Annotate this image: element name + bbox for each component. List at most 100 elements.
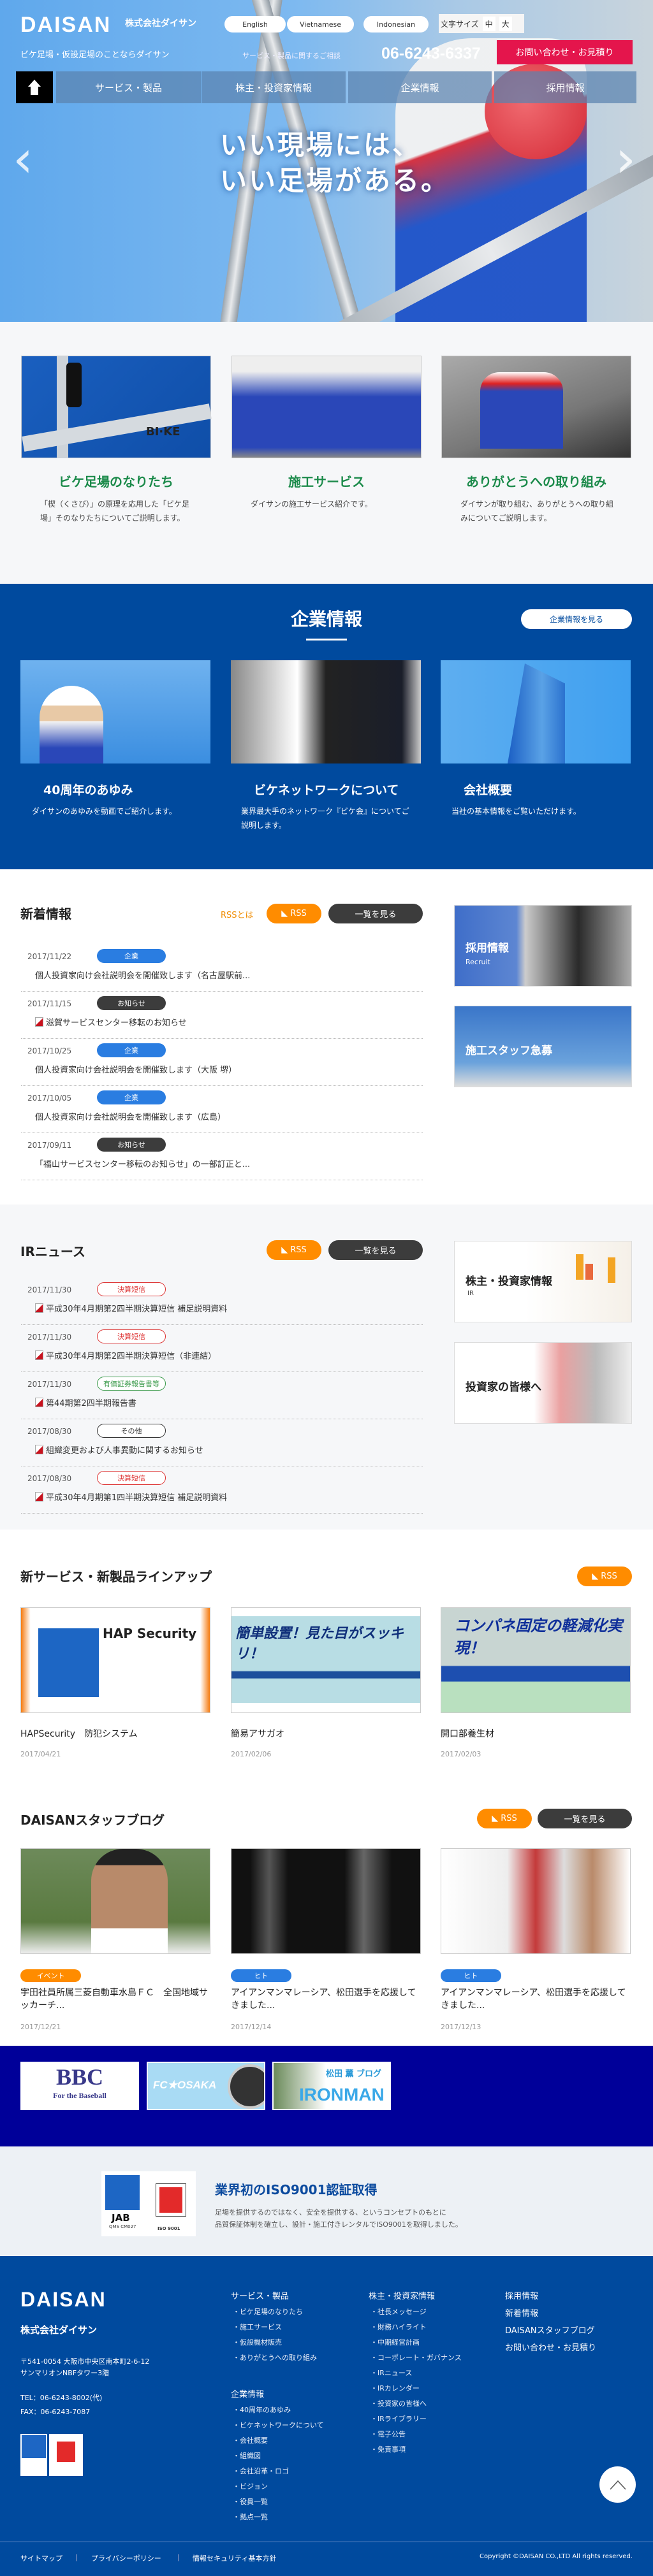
footer-link[interactable]: DAISANスタッフブログ xyxy=(505,2324,595,2336)
ironman-banner[interactable]: 松田 薫 ブログ IRONMAN xyxy=(272,2062,391,2110)
footer-link[interactable]: ・IRカレンダー xyxy=(371,2383,420,2393)
corporate-image-company[interactable] xyxy=(441,660,631,763)
news-item[interactable]: 2017/11/22 企業 個人投資家向け会社説明会を開催致します（名古屋駅前... xyxy=(21,944,423,992)
products-rss-button[interactable]: ◣ RSS xyxy=(577,1567,632,1586)
news-title[interactable]: 平成30年4月期第2四半期決算短信 補足説明資料 xyxy=(35,1302,227,1314)
lang-vietnamese-button[interactable]: Vietnamese xyxy=(287,16,354,33)
footer-link[interactable]: ・コーポレート・ガバナンス xyxy=(371,2352,462,2363)
staff-recruit-banner[interactable]: 施工スタッフ急募 xyxy=(454,1006,632,1087)
nav-recruit[interactable]: 採用情報 xyxy=(494,71,636,103)
news-item[interactable]: 2017/11/30 決算短信 平成30年4月期第2四半期決算短信 補足説明資料 xyxy=(21,1278,423,1325)
news-title[interactable]: 滋賀サービスセンター移転のお知らせ xyxy=(35,1016,187,1028)
footer-col-title[interactable]: 株主・投資家情報 xyxy=(369,2289,435,2301)
product-image[interactable]: 簡単設置！見た目がスッキリ！ xyxy=(231,1607,421,1713)
blog-tag[interactable]: ヒト xyxy=(441,1969,501,1982)
rss-about-link[interactable]: RSSとは xyxy=(221,908,254,920)
footer-link[interactable]: ・IRニュース xyxy=(371,2368,412,2378)
ir-rss-button[interactable]: ◣ RSS xyxy=(267,1240,321,1260)
product-image[interactable]: HAP Security xyxy=(20,1607,210,1713)
security-policy-link[interactable]: 情報セキュリティ基本方針 xyxy=(193,2553,276,2563)
footer-link[interactable]: ・ありがとうへの取り組み xyxy=(233,2352,317,2363)
footer-link[interactable]: ・社長メッセージ xyxy=(371,2306,427,2317)
footer-link[interactable]: ・財務ハイライト xyxy=(371,2322,427,2332)
feature-title[interactable]: 施工サービス xyxy=(231,472,422,490)
product-title[interactable]: 簡易アサガオ xyxy=(231,1727,284,1740)
ir-list-button[interactable]: 一覧を見る xyxy=(328,1240,423,1260)
news-item[interactable]: 2017/09/11 お知らせ 「福山サービスセンター移転のお知らせ」の一部訂正と.… xyxy=(21,1133,423,1180)
phone-number[interactable]: 06-6243-6337 xyxy=(381,45,481,63)
feature-title[interactable]: ありがとうへの取り組み xyxy=(441,472,631,490)
footer-col-title[interactable]: 企業情報 xyxy=(231,2387,264,2399)
news-title[interactable]: 個人投資家向け会社説明会を開催致します（大阪 堺） xyxy=(35,1063,237,1075)
footer-link[interactable]: ・ビケ足場のなりたち xyxy=(233,2306,303,2317)
blog-list-button[interactable]: 一覧を見る xyxy=(538,1809,632,1828)
news-item[interactable]: 2017/11/15 お知らせ 滋賀サービスセンター移転のお知らせ xyxy=(21,992,423,1039)
footer-link[interactable]: 新着情報 xyxy=(505,2306,538,2319)
slider-prev-icon[interactable]: ‹ xyxy=(13,134,33,185)
footer-link[interactable]: ・会社概要 xyxy=(233,2435,268,2445)
fc-osaka-banner[interactable]: FC★OSAKA xyxy=(147,2062,265,2110)
corporate-card-title[interactable]: 会社概要 xyxy=(464,781,512,798)
news-title[interactable]: 平成30年4月期第1四半期決算短信 補足説明資料 xyxy=(35,1491,227,1503)
footer-link[interactable]: ・役員一覧 xyxy=(233,2496,268,2507)
ir-banner[interactable]: 株主・投資家情報 IR xyxy=(454,1241,632,1322)
home-button[interactable] xyxy=(16,71,53,103)
nav-ir[interactable]: 株主・投資家情報 xyxy=(202,71,346,103)
footer-logo[interactable]: DAISAN xyxy=(20,2288,106,2312)
corporate-card-title[interactable]: 40周年のあゆみ xyxy=(43,781,133,798)
footer-link[interactable]: ・電子公告 xyxy=(371,2429,406,2439)
footer-link[interactable]: ・仮設機材販売 xyxy=(233,2337,282,2347)
slider-next-icon[interactable]: › xyxy=(615,134,636,185)
investor-banner[interactable]: 投資家の皆様へ xyxy=(454,1342,632,1424)
view-corporate-button[interactable]: 企業情報を見る xyxy=(521,609,632,629)
lang-english-button[interactable]: English xyxy=(224,16,286,33)
news-title[interactable]: 平成30年4月期第2四半期決算短信（非連結） xyxy=(35,1349,216,1361)
news-list-button[interactable]: 一覧を見る xyxy=(328,904,423,923)
blog-image[interactable] xyxy=(20,1848,210,1954)
footer-link[interactable]: ・40周年のあゆみ xyxy=(233,2405,291,2415)
corporate-image-history[interactable] xyxy=(20,660,210,763)
footer-link[interactable]: ・ビジョン xyxy=(233,2481,268,2491)
feature-title[interactable]: ビケ足場のなりたち xyxy=(21,472,211,490)
news-item[interactable]: 2017/08/30 その他 組織変更および人事異動に関するお知らせ xyxy=(21,1419,423,1466)
blog-image[interactable] xyxy=(441,1848,631,1954)
logo[interactable]: DAISAN xyxy=(20,13,111,38)
feature-image-thanks[interactable] xyxy=(441,356,631,458)
nav-corporate[interactable]: 企業情報 xyxy=(348,71,492,103)
bbc-banner[interactable]: BBC For the Baseball xyxy=(20,2062,139,2110)
news-title[interactable]: 個人投資家向け会社説明会を開催致します（名古屋駅前... xyxy=(35,969,250,981)
news-title[interactable]: 「福山サービスセンター移転のお知らせ」の一部訂正と... xyxy=(35,1157,250,1169)
footer-link[interactable]: ・免責事項 xyxy=(371,2444,406,2454)
footer-link[interactable]: 採用情報 xyxy=(505,2289,538,2301)
blog-post-title[interactable]: アイアンマンマレーシア、松田選手を応援してきました... xyxy=(441,1986,632,2012)
footer-link[interactable]: お問い合わせ・お見積り xyxy=(505,2341,596,2353)
blog-image[interactable] xyxy=(231,1848,421,1954)
footer-link[interactable]: ・IRライブラリー xyxy=(371,2413,427,2424)
news-title[interactable]: 個人投資家向け会社説明会を開催致します（広島） xyxy=(35,1110,226,1122)
news-item[interactable]: 2017/11/30 決算短信 平成30年4月期第2四半期決算短信（非連結） xyxy=(21,1325,423,1372)
footer-link[interactable]: ・中期経営計画 xyxy=(371,2337,420,2347)
corporate-card-title[interactable]: ビケネットワークについて xyxy=(254,781,399,798)
footer-col-title[interactable]: サービス・製品 xyxy=(231,2289,289,2301)
footer-link[interactable]: ・ビケネットワークについて xyxy=(233,2420,324,2430)
lang-indonesian-button[interactable]: Indonesian xyxy=(363,16,429,33)
corporate-image-network[interactable] xyxy=(231,660,421,763)
product-title[interactable]: HAPSecurity 防犯システム xyxy=(20,1727,138,1740)
footer-link[interactable]: ・組織図 xyxy=(233,2450,261,2461)
footer-link[interactable]: ・施工サービス xyxy=(233,2322,282,2332)
news-title[interactable]: 第44期第2四半期報告書 xyxy=(35,1396,136,1408)
font-size-large-button[interactable]: 大 xyxy=(499,16,512,31)
product-title[interactable]: 開口部養生材 xyxy=(441,1727,494,1740)
news-item[interactable]: 2017/11/30 有価証券報告書等 第44期第2四半期報告書 xyxy=(21,1372,423,1419)
blog-tag[interactable]: イベント xyxy=(20,1969,81,1982)
news-item[interactable]: 2017/08/30 決算短信 平成30年4月期第1四半期決算短信 補足説明資料 xyxy=(21,1466,423,1514)
nav-services[interactable]: サービス・製品 xyxy=(56,71,201,103)
blog-tag[interactable]: ヒト xyxy=(231,1969,291,1982)
news-item[interactable]: 2017/10/25 企業 個人投資家向け会社説明会を開催致します（大阪 堺） xyxy=(21,1039,423,1086)
footer-link[interactable]: ・拠点一覧 xyxy=(233,2512,268,2522)
contact-button[interactable]: お問い合わせ・お見積り xyxy=(497,40,633,64)
privacy-link[interactable]: プライバシーポリシー xyxy=(91,2553,161,2563)
news-item[interactable]: 2017/10/05 企業 個人投資家向け会社説明会を開催致します（広島） xyxy=(21,1086,423,1133)
blog-post-title[interactable]: アイアンマンマレーシア、松田選手を応援してきました... xyxy=(231,1986,422,2012)
news-rss-button[interactable]: ◣ RSS xyxy=(267,904,321,923)
